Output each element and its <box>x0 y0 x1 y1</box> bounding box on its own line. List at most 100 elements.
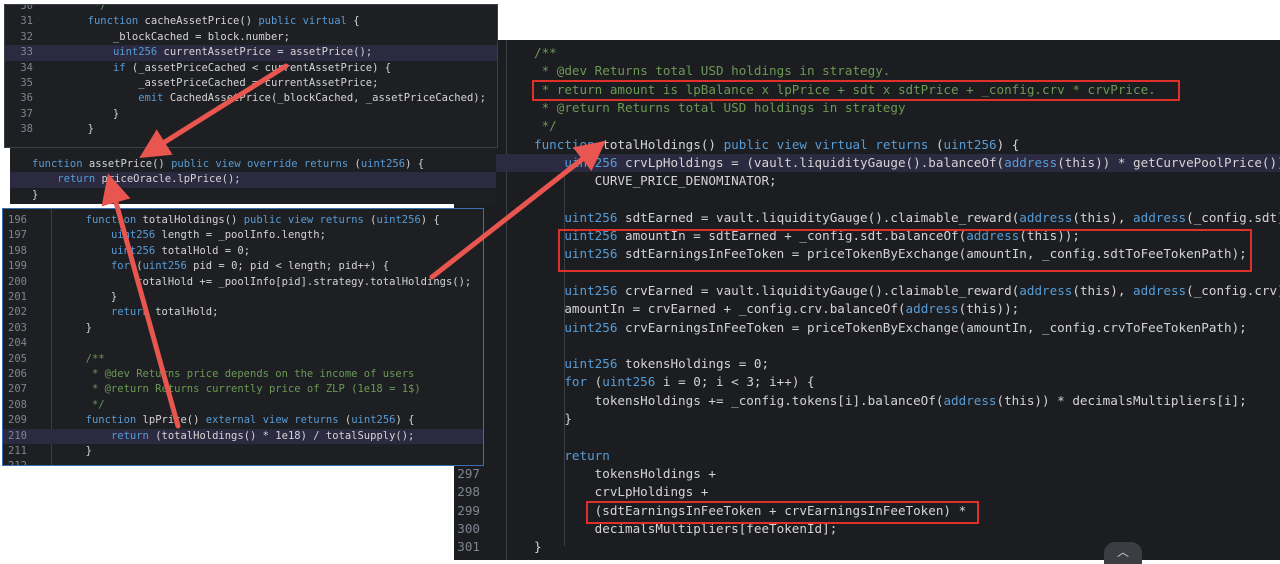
code-line: * @return Returns total USD holdings in … <box>454 99 1280 117</box>
code-line: 279function totalHoldings() public view … <box>454 136 1280 154</box>
code-line: 30 */ <box>5 4 497 14</box>
code-line: 295 <box>454 428 1280 446</box>
line-number: 35 <box>20 77 33 89</box>
chevron-up-icon[interactable]: ︿ <box>1104 542 1142 564</box>
line-number: 34 <box>20 61 33 74</box>
code-line: 35 _assetPriceCached = currentAssetPrice… <box>5 76 497 91</box>
line-number: 210 <box>8 429 27 442</box>
code-text: } <box>75 123 94 136</box>
line-number: 31 <box>20 15 33 28</box>
line-number: 197 <box>8 229 27 242</box>
code-text: tokensHoldings + <box>534 465 716 481</box>
code-text: return (totalHoldings() * 1e18) / totalS… <box>110 429 415 442</box>
code-text: function assetPrice() public view overri… <box>32 158 425 170</box>
code-text: return totalHold; <box>110 306 219 319</box>
code-text: uint256 crvLpHoldings = (vault.liquidity… <box>564 154 1280 170</box>
code-line: 280 uint256 crvLpHoldings = (vault.liqui… <box>454 153 1280 173</box>
code-text: _blockCached = block.number; <box>75 30 290 43</box>
line-number: 37 <box>20 107 33 120</box>
code-text: uint256 length = _poolInfo.length; <box>110 229 326 242</box>
code-text: * @return Returns total USD holdings in … <box>534 99 906 115</box>
code-line: 296 return <box>454 447 1280 465</box>
code-line: 293 tokensHoldings += _config.tokens[i].… <box>454 392 1280 410</box>
code-line: 36 emit CachedAssetPrice(_blockCached, _… <box>5 91 497 106</box>
code-line: 288 amountIn = crvEarned + _config.crv.b… <box>454 300 1280 318</box>
line-number: 30 <box>20 4 33 12</box>
code-text: function cacheAssetPrice() public virtua… <box>87 15 360 28</box>
code-text: totalHold += _poolInfo[pid].strategy.tot… <box>73 275 472 288</box>
line-number: 36 <box>20 92 33 105</box>
code-line: 210 return (totalHoldings() * 1e18) / to… <box>3 428 483 444</box>
code-line: 298 crvLpHoldings + <box>454 483 1280 501</box>
code-text: } <box>534 411 572 426</box>
code-line: 206 * @dev Returns price depends on the … <box>3 367 483 382</box>
code-text: * @dev Returns price depends on the inco… <box>73 368 415 380</box>
code-line: 212 <box>3 459 483 465</box>
code-line: 208 */ <box>3 398 483 413</box>
code-line: function assetPrice() public view overri… <box>10 157 496 172</box>
code-line: 31 function cacheAssetPrice() public vir… <box>5 14 497 29</box>
code-line: 294 } <box>454 410 1280 428</box>
line-number: 196 <box>8 214 27 226</box>
line-number: 204 <box>8 337 27 350</box>
line-number: 207 <box>8 383 27 396</box>
code-text: function lpPrice() external view returns… <box>85 414 415 427</box>
code-line: 34 if (_assetPriceCached < currentAssetP… <box>5 61 497 76</box>
code-text: function totalHoldings() public view ret… <box>85 214 440 226</box>
code-text: CURVE_PRICE_DENOMINATOR; <box>534 173 777 189</box>
code-line: 207 * @return Returns currently price of… <box>3 382 483 397</box>
code-line: 38 } <box>5 122 497 137</box>
code-line: 283 uint256 sdtEarned = vault.liquidityG… <box>454 209 1280 227</box>
code-line: 297 tokensHoldings + <box>454 465 1280 483</box>
code-text: return priceOracle.lpPrice(); <box>57 173 241 186</box>
code-text: } <box>73 291 118 303</box>
line-number: 200 <box>8 275 27 288</box>
line-number: 199 <box>8 260 27 273</box>
code-text: * @dev Returns total USD holdings in str… <box>534 63 891 79</box>
code-line: 209 function lpPrice() external view ret… <box>3 413 483 428</box>
code-text: uint256 currentAssetPrice = assetPrice()… <box>112 46 373 59</box>
code-text: tokensHoldings += _config.tokens[i].bala… <box>534 392 1247 408</box>
code-panel-asset-price: function assetPrice() public view overri… <box>10 148 496 204</box>
code-line: 282 <box>454 190 1280 208</box>
code-text: for (uint256 pid = 0; pid < length; pid+… <box>110 260 390 273</box>
code-line: } <box>10 188 496 203</box>
line-number: 32 <box>20 30 33 43</box>
code-text: crvLpHoldings + <box>534 484 709 500</box>
code-line: 301} <box>454 538 1280 556</box>
highlight-box-return-sum <box>586 501 979 524</box>
code-text: * @return Returns currently price of ZLP… <box>73 383 421 396</box>
code-text: uint256 sdtEarned = vault.liquidityGauge… <box>564 209 1280 225</box>
code-text: } <box>534 539 542 555</box>
line-number: 208 <box>8 398 27 411</box>
code-text: if (_assetPriceCached < currentAssetPric… <box>112 61 392 74</box>
code-text: function totalHoldings() public view vir… <box>534 136 1020 152</box>
code-text: uint256 crvEarningsInFeeToken = priceTok… <box>564 319 1247 335</box>
line-number: 301 <box>457 539 480 555</box>
code-line: 202 return totalHold; <box>3 305 483 320</box>
line-number: 299 <box>457 502 480 518</box>
code-line: 281 CURVE_PRICE_DENOMINATOR; <box>454 172 1280 190</box>
code-line: 204 <box>3 336 483 351</box>
code-text: } <box>73 321 92 334</box>
line-number: 38 <box>20 123 33 136</box>
code-line: 37 } <box>5 107 497 122</box>
code-line: * @dev Returns total USD holdings in str… <box>454 62 1280 80</box>
highlight-box-sdt-earnings <box>558 229 1252 272</box>
code-line: 203 } <box>3 321 483 336</box>
line-number: 298 <box>457 484 480 500</box>
code-text: uint256 crvEarned = vault.liquidityGauge… <box>564 282 1280 298</box>
line-number: 211 <box>8 445 27 457</box>
line-number: 33 <box>20 46 33 59</box>
code-line: */ <box>454 117 1280 135</box>
code-text: */ <box>73 398 105 411</box>
code-text: amountIn = crvEarned + _config.crv.balan… <box>534 301 1020 317</box>
code-line: 199 for (uint256 pid = 0; pid < length; … <box>3 259 483 274</box>
code-text: } <box>75 107 120 120</box>
line-number: 209 <box>8 414 27 427</box>
code-text: uint256 tokensHoldings = 0; <box>564 356 770 372</box>
code-line: 201 } <box>3 290 483 305</box>
code-line: 197 uint256 length = _poolInfo.length; <box>3 228 483 243</box>
line-number: 205 <box>8 352 27 365</box>
code-line: /** <box>454 44 1280 62</box>
